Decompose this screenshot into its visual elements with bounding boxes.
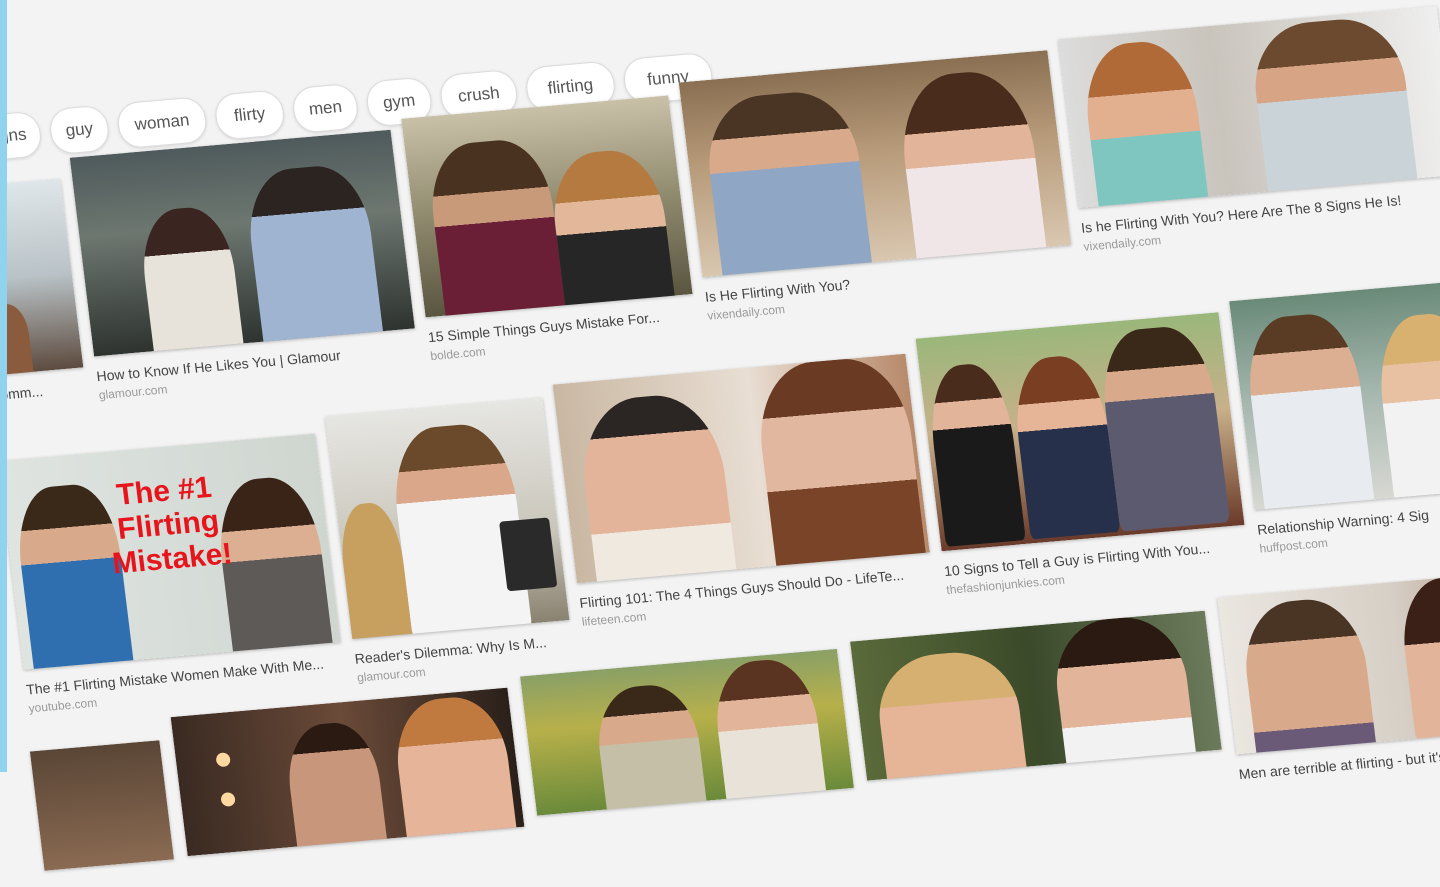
result-card[interactable]: is Comm...	[0, 178, 87, 409]
result-card[interactable]: Relationship Warning: 4 Sig huffpost.com	[1229, 280, 1440, 556]
result-thumbnail[interactable]	[1229, 280, 1440, 510]
chip-guy[interactable]: guy	[47, 104, 112, 156]
result-card[interactable]: Reader's Dilemma: Why Is M... glamour.co…	[325, 397, 575, 685]
result-card[interactable]: 10 Signs to Tell a Guy is Flirting With …	[915, 312, 1251, 597]
result-card[interactable]	[29, 740, 174, 871]
chip-men[interactable]: men	[290, 82, 361, 134]
result-thumbnail[interactable]	[325, 397, 570, 640]
thumbnail-overlay-text: The #1 Flirting Mistake!	[97, 469, 239, 582]
result-thumbnail[interactable]	[1058, 6, 1440, 209]
chip-flirty[interactable]: flirty	[213, 89, 287, 141]
result-thumbnail[interactable]	[0, 178, 84, 378]
result-card[interactable]	[520, 648, 854, 816]
result-card[interactable]: Flirting 101: The 4 Things Guys Should D…	[552, 353, 936, 629]
result-thumbnail[interactable]	[915, 312, 1245, 552]
result-title[interactable]: is Comm...	[0, 379, 87, 405]
result-thumbnail[interactable]	[69, 129, 415, 357]
result-card[interactable]: The #1 Flirting Mistake! The #1 Flirting…	[0, 433, 346, 715]
result-thumbnail[interactable]	[520, 648, 854, 816]
image-results-page: signs guy woman flirty men gym crush fli…	[0, 0, 1440, 871]
result-card[interactable]	[850, 610, 1222, 781]
result-card[interactable]: 15 Simple Things Guys Mistake For... bol…	[401, 95, 698, 363]
result-thumbnail[interactable]	[29, 740, 174, 871]
result-thumbnail[interactable]	[552, 353, 930, 584]
chip-woman[interactable]: woman	[115, 95, 209, 150]
left-frame-edge	[0, 0, 7, 772]
result-card[interactable]: Is He Flirting With You? vixendaily.com	[678, 50, 1077, 323]
result-thumbnail[interactable]	[850, 610, 1222, 781]
result-thumbnail[interactable]: The #1 Flirting Mistake!	[0, 433, 341, 670]
result-thumbnail[interactable]	[1217, 572, 1440, 755]
result-card[interactable]: Men are terrible at flirting - but it's	[1217, 572, 1440, 782]
result-thumbnail[interactable]	[678, 50, 1072, 278]
result-card[interactable]: How to Know If He Likes You | Glamour gl…	[69, 129, 421, 402]
result-thumbnail[interactable]	[401, 95, 693, 318]
result-card[interactable]: Is he Flirting With You? Here Are The 8 …	[1058, 6, 1440, 254]
